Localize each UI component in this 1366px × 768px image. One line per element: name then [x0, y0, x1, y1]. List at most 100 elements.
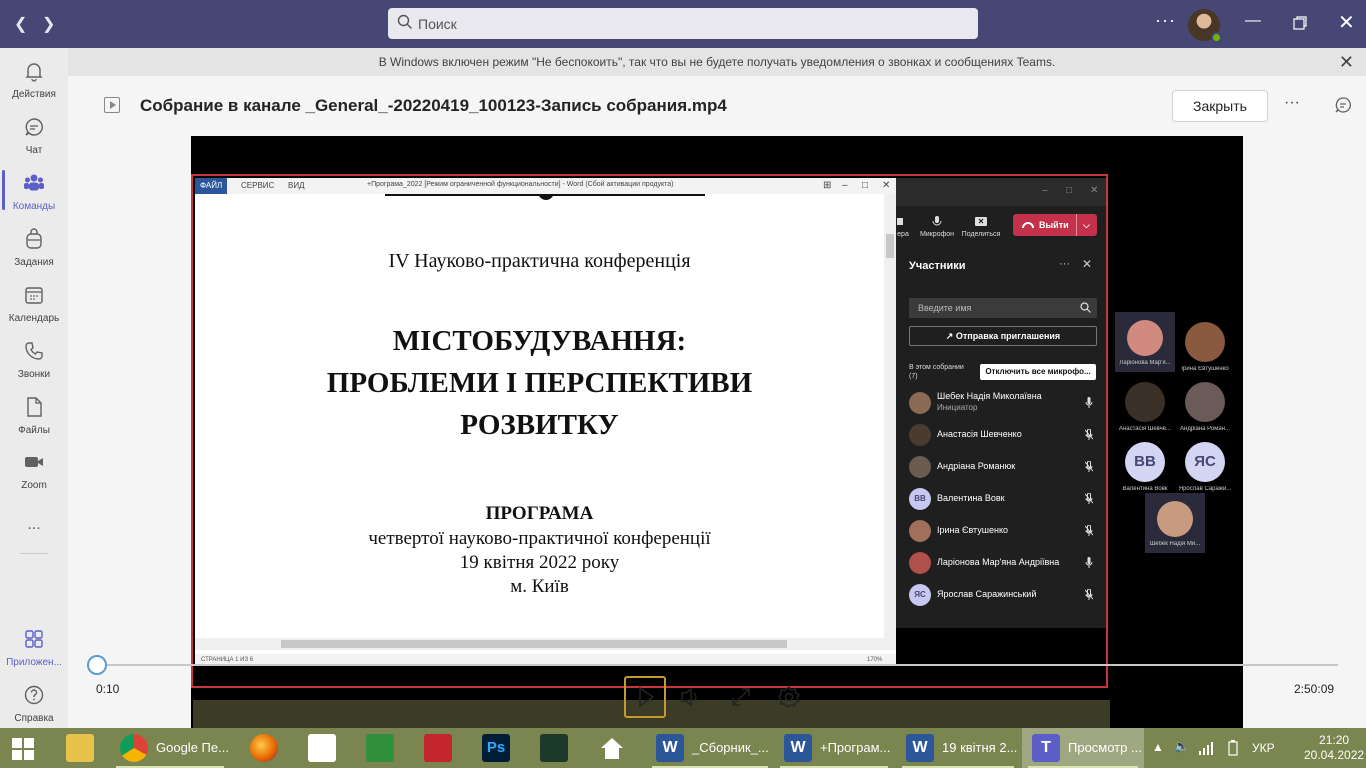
user-avatar[interactable] [1188, 9, 1222, 43]
taskbar-document[interactable] [298, 728, 348, 768]
participant-avatar [909, 520, 931, 542]
doc-title-line: МІСТОБУДУВАННЯ: [392, 325, 687, 357]
participant-initials: ВВ [1125, 442, 1165, 482]
taskbar-firefox[interactable] [240, 728, 290, 768]
back-icon[interactable]: ❮ [14, 14, 27, 34]
taskbar-word-1[interactable]: W _Сборник_... [646, 728, 774, 768]
participant-photo [1127, 320, 1163, 356]
taskbar-word-2[interactable]: W +Програм... [774, 728, 894, 768]
mute-all-button: Отключить все микрофо... [980, 364, 1096, 380]
taskbar-teams[interactable]: T Просмотр ... [1022, 728, 1144, 768]
participant-tile-label: Ярослав Саражи... [1178, 486, 1232, 492]
rail-chat[interactable]: Чат [0, 108, 68, 164]
close-button[interactable]: Закрыть [1172, 90, 1268, 122]
taskbar-chrome[interactable]: Google Пе... [110, 728, 230, 768]
participant-photo [1125, 382, 1165, 422]
mic-off-icon [1085, 493, 1093, 504]
mini-close-icon: ✕ [1090, 185, 1099, 196]
taskbar-app-green[interactable] [356, 728, 406, 768]
taskbar-word-3[interactable]: W 19 квітня 2... [896, 728, 1020, 768]
mic-on-icon [1085, 557, 1093, 568]
windows-taskbar: Google Пе... Ps W _Сборник_... W +Програ… [0, 728, 1366, 768]
conversation-icon[interactable] [1334, 96, 1352, 114]
taskbar-explorer[interactable] [56, 728, 104, 768]
search-input[interactable]: Поиск [388, 8, 978, 39]
play-button[interactable] [624, 676, 666, 718]
forward-icon[interactable]: ❯ [42, 14, 55, 34]
rail-calls[interactable]: Звонки [0, 332, 68, 388]
participant-row: Ларіонова Мар'яна Андріївна [896, 547, 1106, 579]
taskbar-label: _Сборник_... [692, 740, 769, 755]
rail-calendar[interactable]: Календарь [0, 276, 68, 332]
participant-tile: Ірина Євтушенко [1175, 322, 1235, 382]
seek-handle[interactable] [87, 655, 107, 675]
maximize-icon[interactable] [1293, 16, 1307, 30]
participant-avatar [909, 424, 931, 446]
search-icon [397, 14, 412, 29]
rail-zoom[interactable]: Zoom [0, 443, 68, 499]
participant-name: Ярослав Саражинський [937, 589, 1037, 599]
banner-close-icon[interactable]: ✕ [1339, 48, 1354, 76]
share-screen-icon [975, 217, 987, 226]
rail-activity[interactable]: Действия [0, 52, 68, 108]
header-ornament [538, 194, 554, 200]
taskbar-photoshop[interactable]: Ps [472, 728, 522, 768]
more-options-icon[interactable]: ··· [1155, 10, 1176, 31]
participant-search-placeholder: Введите имя [918, 303, 972, 313]
taskbar-acrobat[interactable] [414, 728, 464, 768]
app-icon [366, 734, 394, 762]
help-icon [24, 685, 44, 705]
doc-detail-line: м. Київ [510, 576, 569, 597]
clock-date: 20.04.2022 [1304, 748, 1365, 762]
word-minimize-icon: – [842, 180, 848, 191]
more-options-icon[interactable]: ··· [1284, 94, 1300, 112]
taskbar-app-arch[interactable] [530, 728, 580, 768]
participant-tile-label: Анастасія Шевче... [1118, 426, 1172, 432]
taskbar-home[interactable] [588, 728, 642, 768]
rail-files[interactable]: Файлы [0, 388, 68, 444]
word-tab-file: ФАЙЛ [195, 178, 228, 194]
video-player[interactable]: ФАЙЛ СЕРВИС ВИД +Програма_2022 [Режим ог… [191, 136, 1243, 728]
app-icon [540, 734, 568, 762]
windows-start-icon[interactable] [12, 738, 34, 760]
teams-icon [24, 174, 44, 191]
language-indicator[interactable]: УКР [1252, 741, 1275, 755]
rail-more-apps[interactable]: ... [0, 504, 68, 544]
participants-title: Участники [909, 260, 966, 272]
rail-assignments[interactable]: Задания [0, 220, 68, 276]
rail-apps[interactable]: Приложен... [0, 620, 68, 676]
close-window-icon[interactable]: ✕ [1338, 10, 1355, 35]
seek-bar[interactable] [97, 664, 1338, 666]
acrobat-icon [424, 734, 452, 762]
word-icon: W [656, 734, 684, 762]
banner-text: В Windows включен режим "Не беспокоить",… [378, 55, 1056, 69]
participant-tile: Ларіонова Мар'я... [1115, 312, 1175, 372]
network-icon[interactable] [1199, 741, 1215, 755]
participant-tile-label: Шебек Надія Ми... [1149, 541, 1201, 547]
battery-icon[interactable] [1228, 740, 1238, 756]
participants-more-icon: ··· [1059, 258, 1070, 270]
word-fullscreen-icon: ⊞ [823, 180, 832, 191]
speaker-icon[interactable]: 🔈 [1174, 739, 1189, 753]
tray-overflow-icon[interactable]: ▲ [1152, 740, 1164, 754]
rail-teams[interactable]: Команды [0, 164, 68, 220]
fullscreen-icon[interactable] [721, 677, 761, 717]
document-icon [308, 734, 336, 762]
clock[interactable]: 21:20 20.04.2022 [1304, 733, 1364, 763]
total-time: 2:50:09 [1294, 682, 1335, 696]
mic-off-icon [1085, 525, 1093, 536]
participant-avatar [909, 456, 931, 478]
participant-tile-label: Валентина Вовк [1122, 486, 1168, 492]
volume-icon[interactable] [669, 677, 709, 717]
participant-name: Ірина Євтушенко [937, 525, 1009, 535]
minimize-icon[interactable]: — [1245, 12, 1261, 30]
settings-icon[interactable] [769, 677, 809, 717]
mini-minimize-icon: – [1042, 185, 1048, 196]
participant-row: Шебек Надія Миколаївна Инициатор [896, 387, 1106, 419]
rail-divider [20, 553, 48, 554]
folder-icon [66, 734, 94, 762]
rail-label: Справка [14, 713, 54, 724]
word-icon: W [906, 734, 934, 762]
word-maximize-icon: □ [862, 180, 869, 191]
rail-help[interactable]: Справка [0, 676, 68, 732]
